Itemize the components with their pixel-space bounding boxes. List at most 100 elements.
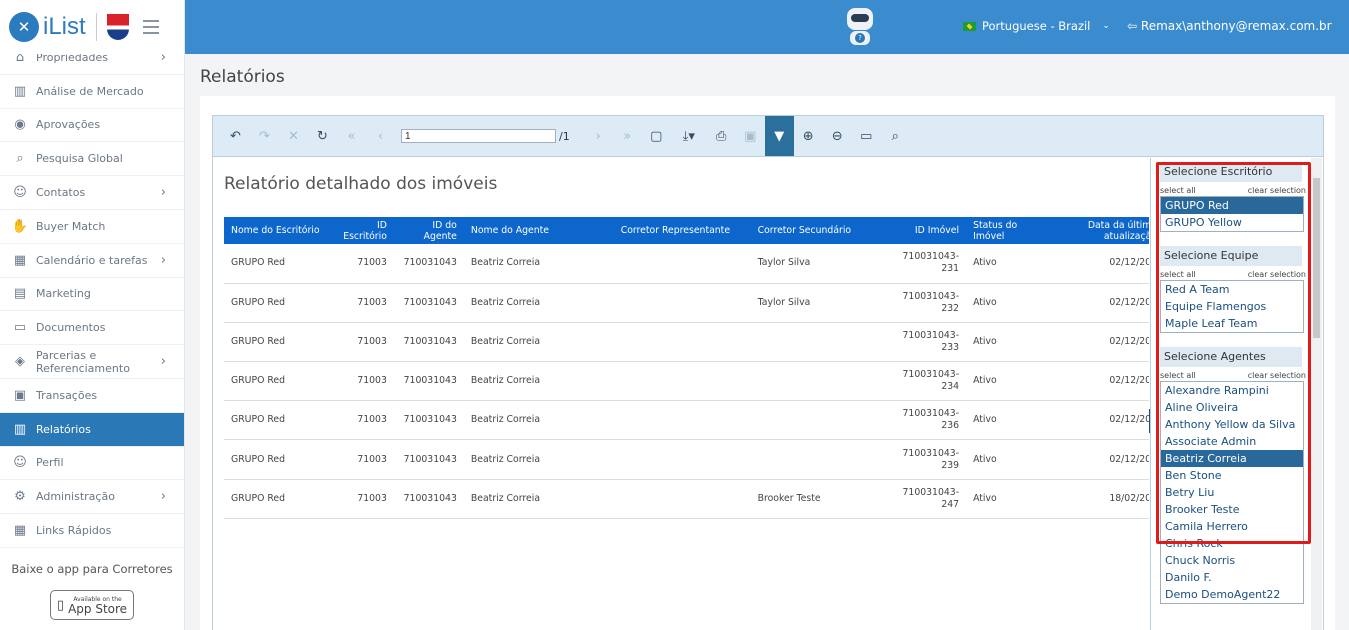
stop-icon[interactable]: ✕ <box>279 116 308 156</box>
language-selector[interactable]: Portuguese - Brazil ⌄ <box>963 19 1110 33</box>
select-all-link[interactable]: select all <box>1160 270 1196 279</box>
user-icon: ☺ <box>13 455 27 471</box>
contacts-icon: ☺ <box>13 185 27 201</box>
full-screen-icon[interactable]: ▭ <box>852 116 881 156</box>
sidebar-item-report[interactable]: ▥ Relatórios <box>0 412 184 447</box>
sidebar-item-bar-chart[interactable]: ▥ Análise de Mercado <box>0 75 184 109</box>
table-cell: Ativo <box>973 296 997 308</box>
forward-icon[interactable]: ↷ <box>250 116 279 156</box>
list-option[interactable]: Beatriz Correia <box>1161 450 1303 467</box>
sidebar-item-label: Pesquisa Global <box>36 152 123 166</box>
sidebar-item-gear[interactable]: ⚙ Administração › <box>0 480 184 515</box>
list-option[interactable]: Red A Team <box>1161 281 1303 298</box>
list-option[interactable]: Chuck Norris <box>1161 552 1303 569</box>
list-option[interactable]: Danilo F. <box>1161 569 1303 586</box>
clear-selection-link[interactable]: clear selection <box>1248 186 1306 195</box>
next-page-icon[interactable]: › <box>584 116 613 156</box>
zoom-out-icon[interactable]: ⊖ <box>823 116 852 156</box>
select-all-link[interactable]: select all <box>1160 186 1196 195</box>
list-option[interactable]: GRUPO Red <box>1161 197 1303 214</box>
previous-page-icon[interactable]: ‹ <box>366 116 395 156</box>
list-option[interactable]: Camila Herrero <box>1161 518 1303 535</box>
transactions-icon: ▣ <box>13 387 27 403</box>
search-icon[interactable]: ⌕ <box>881 116 910 156</box>
list-option[interactable]: Alexandre Rampini <box>1161 382 1303 399</box>
sidebar-item-hand[interactable]: ✋ Buyer Match <box>0 210 184 244</box>
column-header: ID do Agente <box>423 219 457 242</box>
column-header: Nome do Escritório <box>231 225 320 236</box>
table-cell: Beatriz Correia <box>470 453 541 465</box>
sidebar-item-contacts[interactable]: ☺ Contatos › <box>0 176 184 210</box>
sidebar-item-links[interactable]: ▦ Links Rápidos <box>0 514 184 548</box>
list-option[interactable]: Anthony Yellow da Silva <box>1161 416 1303 433</box>
table-cell: Ativo <box>973 257 997 269</box>
table-cell: 71003 <box>357 414 387 426</box>
param-title-team: Selecione Equipe <box>1160 246 1302 266</box>
table-cell: Ativo <box>973 453 997 465</box>
report-content: Relatório detalhado dos imóveis Nome do … <box>214 158 1149 630</box>
table-cell <box>614 322 751 361</box>
user-account[interactable]: ⇦ Remax\anthony@remax.com.br <box>1127 19 1332 33</box>
list-option[interactable]: Maple Leaf Team <box>1161 315 1303 332</box>
sidebar-item-label: Parcerias e Referenciamento <box>36 348 130 375</box>
calendar-icon: ▦ <box>13 252 27 268</box>
sidebar: ⌂ Propriedades › ▥ Análise de Mercado ◉ Aprova… <box>0 0 185 630</box>
folder-icon: ▭ <box>13 320 27 336</box>
panel-scrollbar[interactable] <box>1311 158 1322 630</box>
param-listbox-team[interactable]: Red A Team Equipe Flamengos Maple Leaf Tea… <box>1160 280 1304 333</box>
robot-assistant-icon[interactable]: ? <box>845 8 875 46</box>
filter-icon[interactable]: ▼ <box>764 116 794 156</box>
param-listbox-agents[interactable]: Alexandre Rampini Aline Oliveira Anthony Y… <box>1160 381 1304 604</box>
table-cell: 02/12/202 <box>1109 414 1149 426</box>
save-icon[interactable]: ▣ <box>736 116 765 156</box>
list-option[interactable]: Betry Liu <box>1161 484 1303 501</box>
clear-selection-link[interactable]: clear selection <box>1248 371 1306 380</box>
param-links: select all clear selection <box>1160 270 1306 279</box>
back-icon[interactable]: ↶ <box>221 116 250 156</box>
print-icon[interactable]: ⎙ <box>707 116 736 156</box>
sign-out-icon: ⇦ <box>1127 19 1138 33</box>
table-cell: GRUPO Red <box>231 257 286 269</box>
refresh-icon[interactable]: ↻ <box>308 116 337 156</box>
param-listbox-office[interactable]: GRUPO Red GRUPO Yellow <box>1160 196 1304 232</box>
list-option[interactable]: Brooker Teste <box>1161 501 1303 518</box>
sidebar-item-transactions[interactable]: ▣ Transações <box>0 379 184 413</box>
app-store-button[interactable]: ▯ Available on the App Store <box>50 590 134 620</box>
clear-selection-link[interactable]: clear selection <box>1248 270 1306 279</box>
table-cell: 710031043-239 <box>902 447 960 471</box>
list-option[interactable]: Equipe Flamengos <box>1161 298 1303 315</box>
select-all-link[interactable]: select all <box>1160 371 1196 380</box>
sidebar-item-eye[interactable]: ◉ Aprovações <box>0 109 184 143</box>
list-option[interactable]: Associate Admin <box>1161 433 1303 450</box>
list-option[interactable]: Demo DemoAgent22 <box>1161 586 1303 603</box>
hamburger-menu-icon[interactable] <box>142 20 159 34</box>
list-option[interactable]: GRUPO Yellow <box>1161 214 1303 231</box>
brazil-flag-icon <box>963 21 976 31</box>
sidebar-item-handshake[interactable]: ◈ Parcerias e Referenciamento › <box>0 345 184 379</box>
table-cell: 710031043-231 <box>902 251 960 275</box>
page-setup-icon[interactable]: ▢ <box>642 116 671 156</box>
apple-phone-icon: ▯ <box>56 597 65 613</box>
table-cell <box>751 401 896 440</box>
export-dropdown-icon[interactable]: ⤓▾ <box>671 116 707 156</box>
zoom-in-icon[interactable]: ⊕ <box>794 116 823 156</box>
list-option[interactable]: Aline Oliveira <box>1161 399 1303 416</box>
report-toolbar: ↶ ↷ ✕ ↻ « ‹ /1 › » ▢ ⤓▾ ⎙ ▣ ▼ ⊕ ⊖ ▭ ⌕ <box>213 116 1323 157</box>
sidebar-item-label: Aprovações <box>36 118 101 132</box>
sidebar-item-newspaper[interactable]: ▤ Marketing <box>0 278 184 312</box>
eye-icon: ◉ <box>14 117 26 133</box>
table-cell: 710031043-236 <box>902 408 960 432</box>
table-cell: Beatriz Correia <box>470 492 541 504</box>
page-number-input[interactable] <box>401 129 556 143</box>
list-option[interactable]: Chris Rock <box>1161 535 1303 552</box>
sidebar-item-user[interactable]: ☺ Perfil <box>0 447 184 481</box>
sidebar-item-folder[interactable]: ▭ Documentos <box>0 311 184 346</box>
last-page-icon[interactable]: » <box>613 116 642 156</box>
sidebar-item-search[interactable]: ⌕ Pesquisa Global <box>0 142 184 177</box>
scrollbar-thumb[interactable] <box>1313 178 1320 338</box>
first-page-icon[interactable]: « <box>337 116 366 156</box>
chevron-right-icon: › <box>160 489 166 505</box>
sidebar-item-calendar[interactable]: ▦ Calendário e tarefas › <box>0 244 184 278</box>
list-option[interactable]: Ben Stone <box>1161 467 1303 484</box>
table-cell: Ativo <box>973 375 997 387</box>
